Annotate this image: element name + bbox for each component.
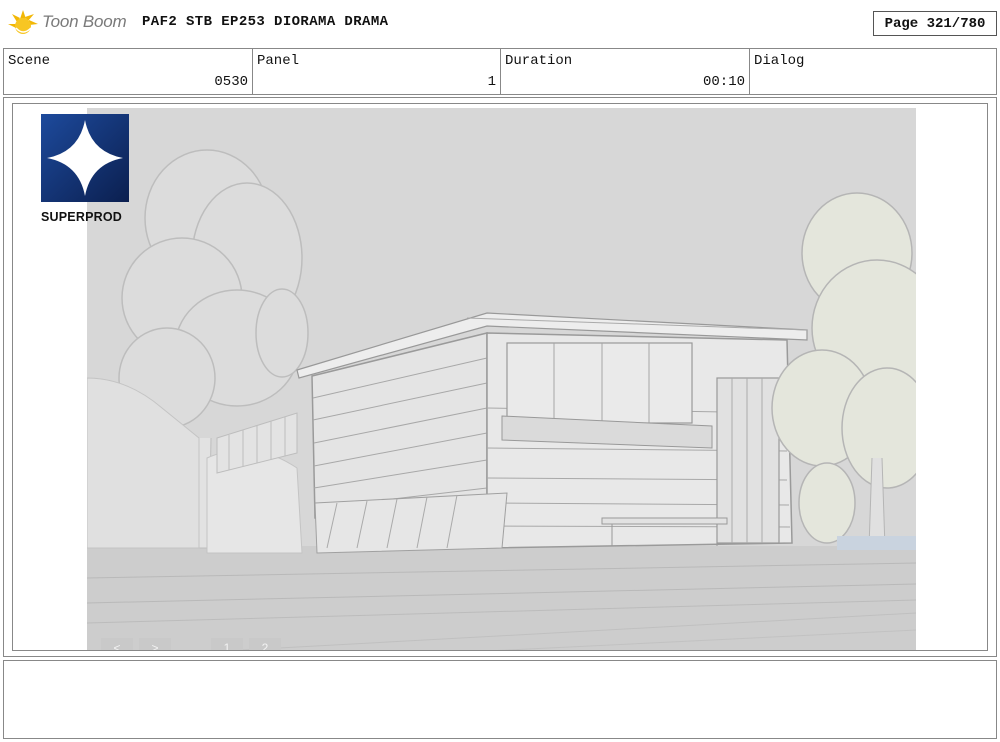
project-title: PAF2 STB EP253 DIORAMA DRAMA (142, 14, 389, 30)
scene-label: Scene (8, 53, 51, 69)
duration-value: 00:10 (702, 74, 745, 90)
notes-box (3, 660, 997, 739)
panel-frame: SUPERPROD < > 1 2 (12, 103, 988, 651)
nav-page-1-button[interactable]: 1 (211, 638, 243, 650)
scene-cell: Scene 0530 (4, 49, 253, 94)
brand-name: Toon Boom (42, 12, 127, 31)
panel-value: 1 (487, 74, 496, 90)
toon-boom-logo: Toon Boom (6, 6, 127, 38)
storyboard-drawing (87, 108, 916, 650)
scene-illustration (87, 108, 916, 650)
panel-info-row: Scene 0530 Panel 1 Duration 00:10 Dialog (3, 48, 997, 95)
panel-label: Panel (257, 53, 300, 69)
nav-page-2-button[interactable]: 2 (249, 638, 281, 650)
panel-cell: Panel 1 (253, 49, 501, 94)
dialog-cell: Dialog (750, 49, 996, 94)
superprod-wordmark: SUPERPROD (41, 210, 122, 224)
nav-prev-button[interactable]: < (101, 638, 133, 650)
nav-next-button[interactable]: > (139, 638, 171, 650)
duration-label: Duration (505, 53, 573, 69)
dialog-label: Dialog (754, 53, 805, 69)
page-header: Toon Boom PAF2 STB EP253 DIORAMA DRAMA P… (0, 0, 1000, 46)
superprod-logo: SUPERPROD (41, 114, 129, 224)
toon-boom-sun-icon (8, 10, 38, 34)
duration-cell: Duration 00:10 (501, 49, 750, 94)
superprod-star-icon (41, 114, 129, 202)
page-indicator: Page 321/780 (873, 11, 997, 36)
scene-value: 0530 (214, 74, 248, 90)
panel-frame-outer: SUPERPROD < > 1 2 (3, 97, 997, 657)
